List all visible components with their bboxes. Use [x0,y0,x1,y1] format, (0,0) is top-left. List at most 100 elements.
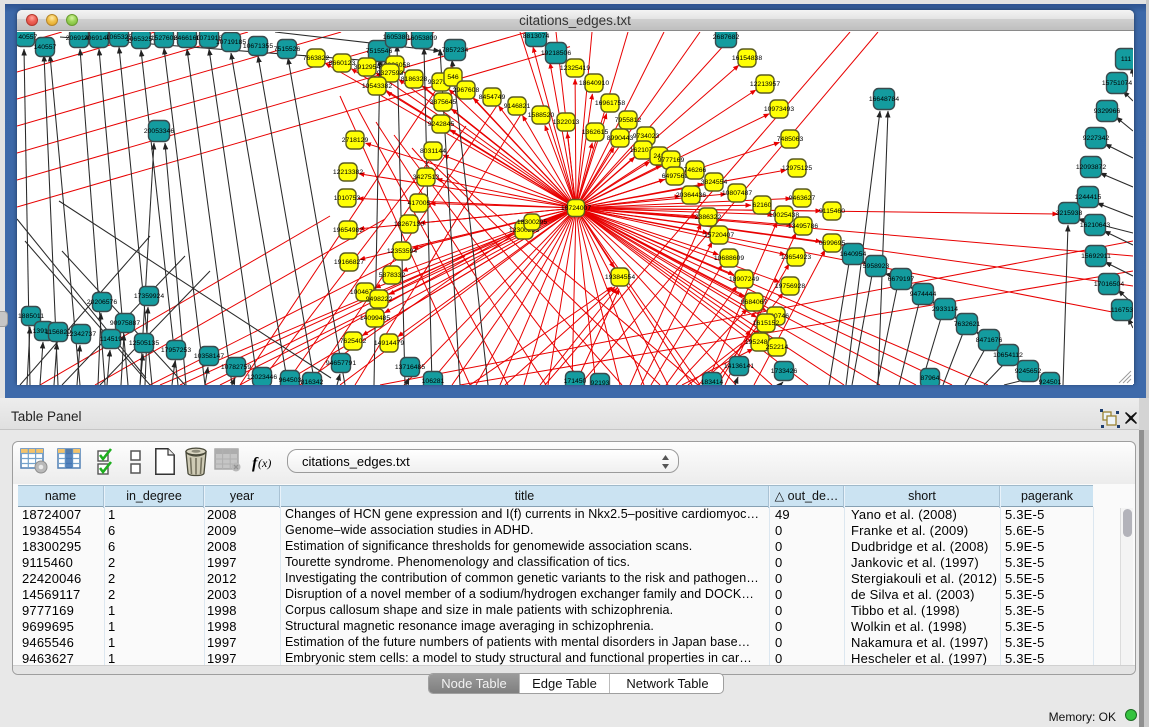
svg-text:1588520: 1588520 [527,112,554,119]
svg-text:1244415: 1244415 [1074,194,1101,201]
svg-text:94657791: 94657791 [325,360,355,367]
svg-text:6497568: 6497568 [661,173,688,180]
svg-text:8031144: 8031144 [420,148,446,155]
svg-text:18907249: 18907249 [728,276,758,283]
svg-text:9227342: 9227342 [1082,135,1109,142]
svg-text:16648784: 16648784 [868,96,898,103]
svg-text:20053346: 20053346 [143,128,173,135]
svg-text:19384554: 19384554 [604,274,634,281]
svg-text:5878332: 5878332 [378,272,405,279]
svg-text:964503: 964503 [278,377,301,384]
svg-text:3824554: 3824554 [700,179,727,186]
svg-text:15720407: 15720407 [703,232,733,239]
svg-text:3427512: 3427512 [412,174,439,181]
svg-text:9327593: 9327593 [376,70,403,77]
svg-text:3215938: 3215938 [1055,210,1082,217]
svg-text:18724007: 18724007 [560,205,590,212]
svg-text:1 40557: 1 40557 [17,34,37,41]
svg-text:1322013: 1322013 [552,119,579,126]
svg-text:16210643: 16210643 [1079,222,1109,229]
svg-text:20206576: 20206576 [86,299,116,306]
svg-text:18267130: 18267130 [393,221,423,228]
svg-text:10973493: 10973493 [763,106,793,113]
svg-text:1605380: 1605380 [382,34,409,41]
svg-text:8186328: 8186328 [400,76,427,83]
svg-text:10782759: 10782759 [220,364,250,371]
svg-text:0699695: 0699695 [818,240,845,247]
svg-text:14914479: 14914479 [373,340,403,347]
svg-text:746266: 746266 [683,167,706,174]
svg-text:8990443: 8990443 [606,135,633,142]
svg-text:140557: 140557 [33,44,56,51]
svg-text:7515526: 7515526 [273,46,300,53]
svg-text:816342: 816342 [300,379,323,385]
svg-text:13495786: 13495786 [787,223,817,230]
svg-text:15751074: 15751074 [1101,80,1131,87]
svg-text:9245652: 9245652 [1014,368,1041,375]
svg-text:9777169: 9777169 [657,157,684,164]
svg-text:9474444: 9474444 [909,291,936,298]
svg-text:3875645: 3875645 [429,99,456,106]
svg-text:13716485: 13716485 [394,364,424,371]
svg-text:9329966: 9329966 [1093,108,1120,115]
svg-text:7857234: 7857234 [441,47,468,54]
svg-text:12505135: 12505135 [128,340,158,347]
svg-text:1640954: 1640954 [839,251,866,258]
svg-text:106281: 106281 [421,378,444,385]
svg-text:18640910: 18640910 [578,80,608,87]
svg-text:90975887: 90975887 [109,320,139,327]
svg-text:116753: 116753 [1110,307,1132,314]
svg-text:12975125: 12975125 [781,165,811,172]
svg-text:2933114: 2933114 [932,306,958,313]
svg-text:9463627: 9463627 [788,195,815,202]
svg-text:12213382: 12213382 [332,169,362,176]
svg-text:1010753: 1010753 [333,195,360,202]
svg-text:92193: 92193 [590,380,609,385]
svg-text:2687682: 2687682 [712,34,739,41]
svg-text:14099485: 14099485 [359,315,389,322]
svg-text:16154838: 16154838 [731,55,761,62]
svg-text:7515546: 7515546 [365,48,392,55]
svg-text:12353594: 12353594 [386,248,416,255]
svg-text:16961758: 16961758 [594,100,624,107]
svg-text:17359924: 17359924 [133,293,163,300]
svg-text:1885011: 1885011 [18,313,44,320]
svg-text:7955812: 7955812 [614,117,641,124]
svg-text:12325419: 12325419 [559,65,589,72]
svg-text:10807487: 10807487 [721,190,751,197]
svg-text:417005: 417005 [407,200,430,207]
svg-text:19756928: 19756928 [774,283,804,290]
svg-text:2967608: 2967608 [452,87,479,94]
svg-text:1733426: 1733426 [770,368,797,375]
svg-text:10543382: 10543382 [361,83,391,90]
svg-text:12213957: 12213957 [749,81,779,88]
svg-text:9498222: 9498222 [365,296,392,303]
svg-text:9146821: 9146821 [503,103,530,110]
svg-text:8813074: 8813074 [522,33,549,40]
svg-text:17016504: 17016504 [1093,281,1123,288]
svg-text:10654112: 10654112 [993,352,1023,359]
svg-text:7663822: 7663822 [302,55,329,62]
svg-text:9242845: 9242845 [427,121,454,128]
svg-text:19218506: 19218506 [540,50,570,57]
svg-text:8660123: 8660123 [328,60,355,67]
svg-text:19654982: 19654982 [332,227,362,234]
svg-text:6679197: 6679197 [887,276,914,283]
svg-text:924501: 924501 [1038,379,1061,385]
svg-text:114519: 114519 [99,336,121,343]
svg-text:2718129: 2718129 [341,137,368,144]
svg-text:8471676: 8471676 [975,337,1002,344]
svg-text:252214: 252214 [765,344,788,351]
svg-text:7625402: 7625402 [339,338,366,345]
svg-text:14136141: 14136141 [723,363,753,370]
svg-text:20364436: 20364436 [675,192,705,199]
svg-text:546: 546 [447,74,459,81]
svg-text:12023446: 12023446 [246,374,276,381]
svg-text:10719185: 10719185 [215,39,245,46]
svg-text:10671355: 10671355 [242,43,272,50]
svg-text:2386322: 2386322 [694,214,721,221]
svg-text:1615152: 1615152 [752,320,779,327]
svg-text:18300295: 18300295 [516,219,546,226]
svg-text:9115460: 9115460 [819,208,845,215]
svg-text:12342737: 12342737 [65,331,95,338]
